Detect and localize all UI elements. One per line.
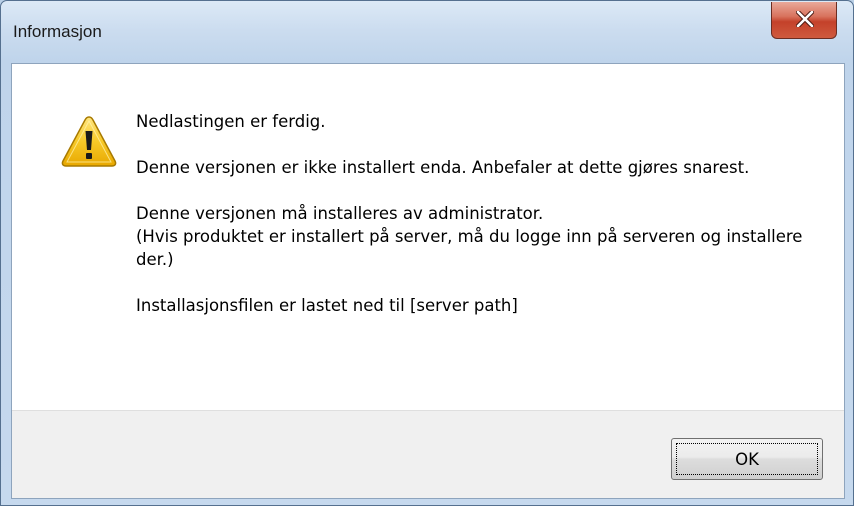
ok-button-label: OK: [676, 443, 818, 475]
message-line-server-note: (Hvis produktet er installert på server,…: [136, 227, 803, 269]
dialog-window: Informasjon Nedlastingen er ferdig. Denn…: [0, 0, 854, 506]
button-footer: OK: [12, 410, 844, 498]
close-button[interactable]: [771, 2, 837, 39]
warning-icon: [60, 114, 118, 168]
title-bar[interactable]: Informasjon: [1, 1, 853, 63]
message-line-not-installed: Denne versjonen er ikke installert enda.…: [136, 158, 750, 177]
message-line-complete: Nedlastingen er ferdig.: [136, 112, 326, 131]
close-icon: [796, 11, 814, 27]
ok-button[interactable]: OK: [671, 438, 823, 480]
message-area: Nedlastingen er ferdig. Denne versjonen …: [12, 64, 844, 410]
dialog-content: Nedlastingen er ferdig. Denne versjonen …: [11, 63, 845, 499]
message-line-file-path: Installasjonsfilen er lastet ned til [se…: [136, 296, 518, 315]
window-title: Informasjon: [13, 22, 102, 41]
message-text: Nedlastingen er ferdig. Denne versjonen …: [136, 110, 816, 317]
message-line-admin: Denne versjonen må installeres av admini…: [136, 204, 544, 223]
